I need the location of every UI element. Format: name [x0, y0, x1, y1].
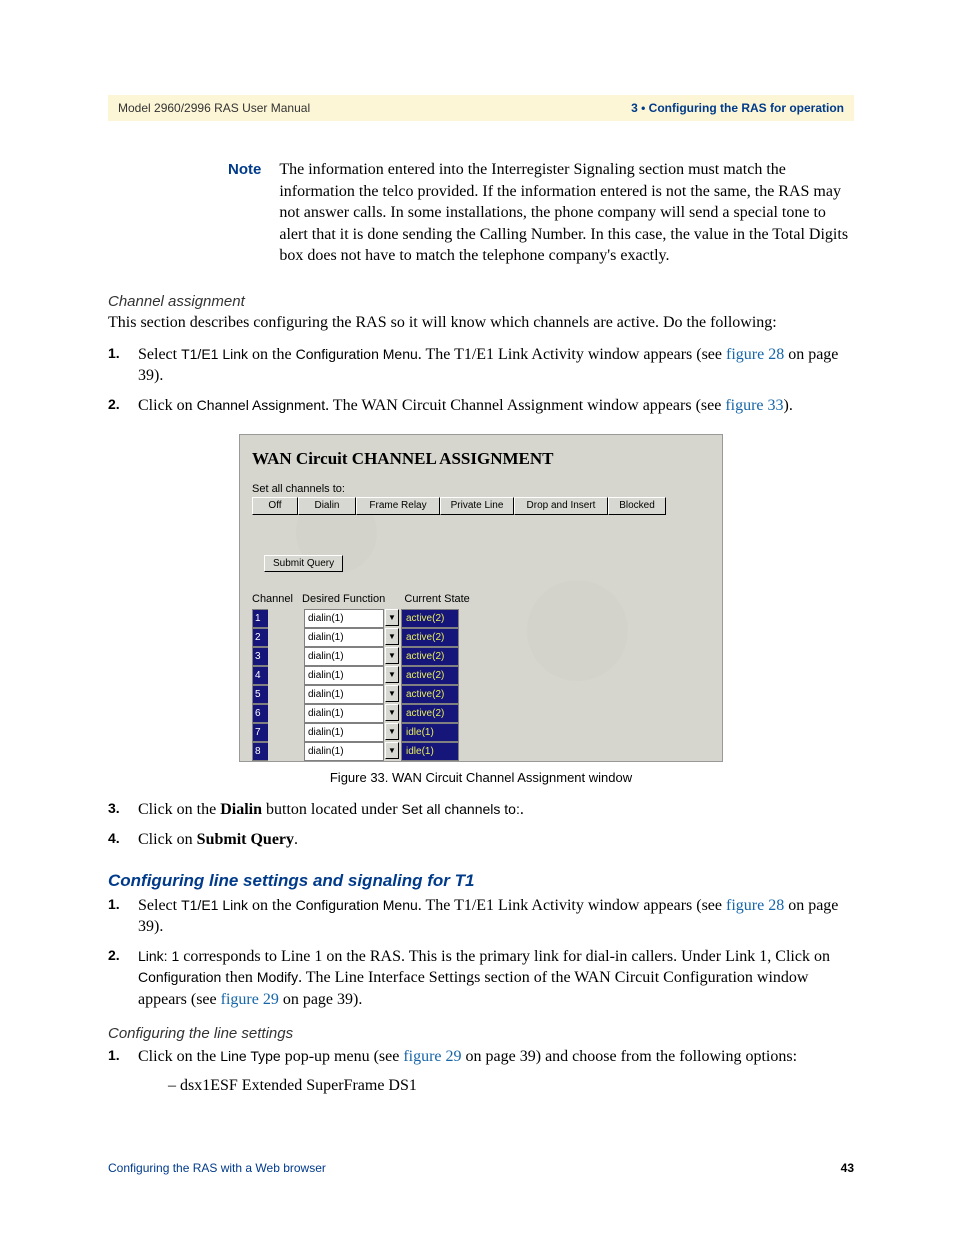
table-row: 7 dialin(1)▼idle(1)	[252, 723, 459, 742]
table-header: Channel Desired Function Current State	[252, 593, 470, 605]
preset-button-drop-and-insert[interactable]: Drop and Insert	[514, 497, 608, 515]
preset-button-dialin[interactable]: Dialin	[298, 497, 356, 515]
channel-number: 1	[252, 609, 268, 628]
footer-section: Configuring the RAS with a Web browser	[108, 1161, 326, 1175]
desired-function-select[interactable]: dialin(1)	[304, 666, 384, 685]
step-number: 1.	[108, 895, 138, 938]
step-number: 3.	[108, 799, 138, 821]
dropdown-icon[interactable]: ▼	[385, 685, 399, 702]
current-state: active(2)	[401, 666, 459, 685]
note-label: Note	[228, 159, 261, 267]
channel-number: 3	[252, 647, 268, 666]
step-body: Select T1/E1 Link on the Configuration M…	[138, 344, 854, 387]
table-row: 5 dialin(1)▼active(2)	[252, 685, 459, 704]
step-body: Select T1/E1 Link on the Configuration M…	[138, 895, 854, 938]
step-body: Click on Channel Assignment. The WAN Cir…	[138, 395, 854, 417]
heading-configuring-t1: Configuring line settings and signaling …	[108, 871, 854, 891]
figure-wan-channel-assignment: WAN Circuit CHANNEL ASSIGNMENT Set all c…	[239, 434, 723, 762]
channel-number: 7	[252, 723, 268, 742]
link-figure-33[interactable]: figure 33	[725, 397, 783, 414]
channel-number: 5	[252, 685, 268, 704]
current-state: active(2)	[401, 647, 459, 666]
step-number: 1.	[108, 1046, 138, 1097]
dropdown-icon[interactable]: ▼	[385, 666, 399, 683]
page-header: Model 2960/2996 RAS User Manual 3 • Conf…	[108, 95, 854, 121]
table-row: 1 dialin(1)▼active(2)	[252, 609, 459, 628]
page-footer: Configuring the RAS with a Web browser 4…	[108, 1161, 854, 1175]
preset-button-off[interactable]: Off	[252, 497, 298, 515]
table-row: 2 dialin(1)▼active(2)	[252, 628, 459, 647]
current-state: idle(1)	[401, 742, 459, 761]
desired-function-select[interactable]: dialin(1)	[304, 609, 384, 628]
current-state: idle(1)	[401, 723, 459, 742]
option-dsx1esf: – dsx1ESF Extended SuperFrame DS1	[168, 1075, 854, 1097]
preset-button-blocked[interactable]: Blocked	[608, 497, 666, 515]
line-settings-steps: 1. Click on the Line Type pop-up menu (s…	[108, 1046, 854, 1097]
dropdown-icon[interactable]: ▼	[385, 723, 399, 740]
step-body: Click on the Dialin button located under…	[138, 799, 854, 821]
desired-function-select[interactable]: dialin(1)	[304, 742, 384, 761]
desired-function-select[interactable]: dialin(1)	[304, 628, 384, 647]
channel-preset-buttons: OffDialinFrame RelayPrivate LineDrop and…	[252, 497, 666, 515]
table-row: 3 dialin(1)▼active(2)	[252, 647, 459, 666]
link-figure-28[interactable]: figure 28	[726, 346, 784, 363]
step-body: Click on the Line Type pop-up menu (see …	[138, 1046, 854, 1097]
figure-title: WAN Circuit CHANNEL ASSIGNMENT	[252, 449, 553, 469]
table-row: 6 dialin(1)▼active(2)	[252, 704, 459, 723]
page-number: 43	[841, 1161, 854, 1175]
header-manual-title: Model 2960/2996 RAS User Manual	[118, 101, 310, 115]
preset-button-private-line[interactable]: Private Line	[440, 497, 514, 515]
step-number: 2.	[108, 395, 138, 417]
note-block: Note The information entered into the In…	[228, 159, 854, 267]
channel-intro: This section describes configuring the R…	[108, 312, 854, 334]
step-number: 4.	[108, 829, 138, 851]
figure-caption: Figure 33. WAN Circuit Channel Assignmen…	[239, 770, 723, 785]
channel-steps: 1. Select T1/E1 Link on the Configuratio…	[108, 344, 854, 417]
note-text: The information entered into the Interre…	[279, 159, 854, 267]
channel-number: 6	[252, 704, 268, 723]
channel-table: 1dialin(1)▼active(2)2dialin(1)▼active(2)…	[252, 609, 459, 761]
current-state: active(2)	[401, 609, 459, 628]
link-figure-28[interactable]: figure 28	[726, 897, 784, 914]
channel-number: 2	[252, 628, 268, 647]
dropdown-icon[interactable]: ▼	[385, 742, 399, 759]
heading-line-settings: Configuring the line settings	[108, 1025, 854, 1042]
dropdown-icon[interactable]: ▼	[385, 647, 399, 664]
dropdown-icon[interactable]: ▼	[385, 628, 399, 645]
current-state: active(2)	[401, 685, 459, 704]
link-figure-29[interactable]: figure 29	[403, 1048, 461, 1065]
desired-function-select[interactable]: dialin(1)	[304, 647, 384, 666]
link-figure-29[interactable]: figure 29	[221, 991, 279, 1008]
step-number: 2.	[108, 946, 138, 1011]
heading-channel-assignment: Channel assignment	[108, 293, 854, 310]
current-state: active(2)	[401, 628, 459, 647]
step-number: 1.	[108, 344, 138, 387]
set-all-channels-label: Set all channels to:	[252, 483, 345, 495]
desired-function-select[interactable]: dialin(1)	[304, 685, 384, 704]
table-row: 8 dialin(1)▼idle(1)	[252, 742, 459, 761]
t1-steps: 1. Select T1/E1 Link on the Configuratio…	[108, 895, 854, 1011]
channel-steps-continued: 3. Click on the Dialin button located un…	[108, 799, 854, 850]
step-body: Link: 1 corresponds to Line 1 on the RAS…	[138, 946, 854, 1011]
dropdown-icon[interactable]: ▼	[385, 609, 399, 626]
channel-number: 4	[252, 666, 268, 685]
submit-query-button[interactable]: Submit Query	[264, 555, 343, 572]
current-state: active(2)	[401, 704, 459, 723]
step-body: Click on Submit Query.	[138, 829, 854, 851]
header-chapter-title: 3 • Configuring the RAS for operation	[631, 101, 844, 115]
desired-function-select[interactable]: dialin(1)	[304, 723, 384, 742]
dropdown-icon[interactable]: ▼	[385, 704, 399, 721]
preset-button-frame-relay[interactable]: Frame Relay	[356, 497, 440, 515]
table-row: 4 dialin(1)▼active(2)	[252, 666, 459, 685]
channel-number: 8	[252, 742, 268, 761]
desired-function-select[interactable]: dialin(1)	[304, 704, 384, 723]
